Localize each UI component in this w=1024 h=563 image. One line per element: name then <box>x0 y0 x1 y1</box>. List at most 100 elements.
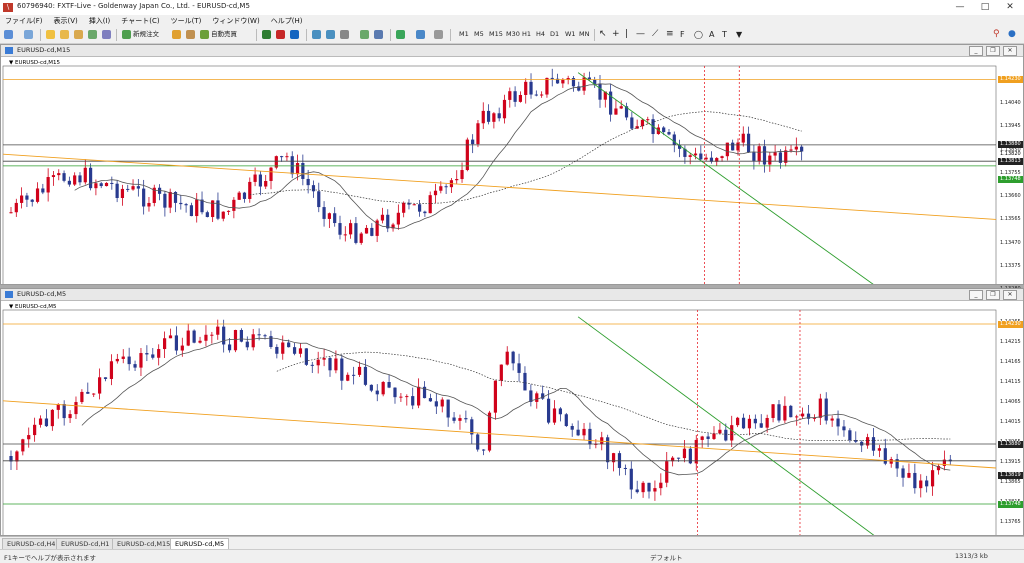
candle-body <box>600 437 604 444</box>
gann-icon[interactable]: ◯ <box>694 29 703 40</box>
line-chart-icon[interactable] <box>290 30 299 39</box>
candle <box>614 99 618 115</box>
candle-body <box>789 405 793 418</box>
minimize-icon[interactable]: — <box>948 0 972 15</box>
tile-windows-icon[interactable] <box>340 30 349 39</box>
data-window-icon[interactable] <box>60 30 69 39</box>
text-icon[interactable]: A <box>709 29 714 40</box>
chart-close-icon[interactable]: ✕ <box>1003 46 1017 56</box>
community-icon[interactable]: ● <box>1008 29 1016 40</box>
channel-icon[interactable]: ≡ <box>666 29 674 40</box>
search-icon[interactable]: ⚲ <box>993 29 1000 40</box>
price-chart[interactable] <box>1 56 1023 284</box>
bar-chart-icon[interactable] <box>262 30 271 39</box>
candle <box>794 137 798 156</box>
terminal-icon[interactable] <box>88 30 97 39</box>
candle <box>56 403 60 419</box>
menu-view[interactable]: 表示(V) <box>49 15 84 27</box>
timeframe-m30[interactable]: M30 <box>506 29 520 40</box>
autoscroll-icon[interactable] <box>360 30 369 39</box>
timeframe-d1[interactable]: D1 <box>550 29 559 40</box>
timeframe-m5[interactable]: M5 <box>474 29 484 40</box>
candle-body <box>464 418 468 420</box>
cursor-icon[interactable]: ↖ <box>599 29 607 40</box>
candle-body <box>505 351 509 365</box>
new-order-icon[interactable] <box>122 30 131 39</box>
timeframe-m15[interactable]: M15 <box>489 29 503 40</box>
timeframe-h4[interactable]: H4 <box>536 29 545 40</box>
candle <box>359 231 363 245</box>
candle <box>860 440 864 453</box>
chart-minimize-icon[interactable]: _ <box>969 46 983 56</box>
candle-body <box>731 142 735 151</box>
maximize-icon[interactable]: □ <box>973 0 997 15</box>
chart-restore-icon[interactable]: ❐ <box>986 46 1000 56</box>
candle-body <box>198 340 202 343</box>
candle-body <box>765 417 769 428</box>
candle <box>311 180 316 198</box>
close-icon[interactable]: ✕ <box>998 0 1022 15</box>
candle-body <box>402 202 406 213</box>
text-label-icon[interactable]: T <box>722 29 727 40</box>
candle-body <box>163 193 167 208</box>
zoom-out-icon[interactable] <box>326 30 335 39</box>
candle-body <box>109 361 114 379</box>
fibonacci-icon[interactable]: F <box>680 29 685 40</box>
menu-help[interactable]: ヘルプ(H) <box>266 15 309 27</box>
candle-body <box>83 167 87 183</box>
chart-window-m15[interactable]: EURUSD-cd,M15 _ ❐ ✕ ▼ EURUSD-cd,M15 1.14… <box>0 44 1024 310</box>
candle-body <box>292 347 297 354</box>
candle <box>558 407 562 422</box>
new-chart-icon[interactable] <box>4 30 13 39</box>
templates-icon[interactable] <box>434 30 443 39</box>
indicators-icon[interactable] <box>396 30 405 39</box>
profiles-icon[interactable] <box>24 30 33 39</box>
chart-shift-icon[interactable] <box>374 30 383 39</box>
candle-body <box>800 146 804 152</box>
candle-body <box>232 199 236 211</box>
candle <box>352 366 356 385</box>
timeframe-m1[interactable]: M1 <box>459 29 469 40</box>
candlestick-icon[interactable] <box>276 30 285 39</box>
timeframe-h1[interactable]: H1 <box>522 29 531 40</box>
arrows-icon[interactable]: ▼ <box>736 29 742 40</box>
market-watch-icon[interactable] <box>46 30 55 39</box>
candle <box>393 387 397 404</box>
chart-restore-icon[interactable]: ❐ <box>986 290 1000 300</box>
chart-minimize-icon[interactable]: _ <box>969 290 983 300</box>
new-order-button[interactable]: 新規注文 <box>133 29 159 40</box>
candle <box>98 368 102 400</box>
timeframe-mn[interactable]: MN <box>579 29 589 40</box>
timeframe-w1[interactable]: W1 <box>565 29 576 40</box>
zoom-in-icon[interactable] <box>312 30 321 39</box>
candle <box>131 179 135 191</box>
experts-icon[interactable] <box>186 30 195 39</box>
candle-body <box>120 188 125 198</box>
candle-body <box>41 188 45 193</box>
price-axis-tick: 1.14015 <box>1000 419 1021 425</box>
menu-tools[interactable]: ツール(T) <box>166 15 208 27</box>
trendline-icon[interactable]: ⟋ <box>652 29 658 40</box>
vertical-line-icon[interactable]: | <box>625 29 628 40</box>
candle-body <box>237 192 241 200</box>
candle <box>571 76 576 92</box>
chart-close-icon[interactable]: ✕ <box>1003 290 1017 300</box>
chart-window-m5[interactable]: EURUSD-cd,M5 _ ❐ ✕ ▼ EURUSD-cd,M5 1.1426… <box>0 288 1024 563</box>
navigator-icon[interactable] <box>74 30 83 39</box>
candle-body <box>257 334 261 336</box>
horizontal-line-icon[interactable]: — <box>636 29 645 40</box>
periods-icon[interactable] <box>416 30 425 39</box>
candle-body <box>662 127 666 133</box>
menu-insert[interactable]: 挿入(I) <box>84 15 117 27</box>
auto-trade-icon[interactable] <box>200 30 209 39</box>
strategy-tester-icon[interactable] <box>102 30 111 39</box>
price-chart[interactable] <box>1 300 1023 535</box>
candle <box>449 178 454 194</box>
menu-file[interactable]: ファイル(F) <box>0 15 49 27</box>
menu-chart[interactable]: チャート(C) <box>116 15 165 27</box>
candle-body <box>263 335 267 337</box>
auto-trade-button[interactable]: 自動売買 <box>211 29 237 40</box>
metaeditor-icon[interactable] <box>172 30 181 39</box>
crosshair-icon[interactable]: + <box>612 29 620 40</box>
menu-window[interactable]: ウィンドウ(W) <box>207 15 265 27</box>
